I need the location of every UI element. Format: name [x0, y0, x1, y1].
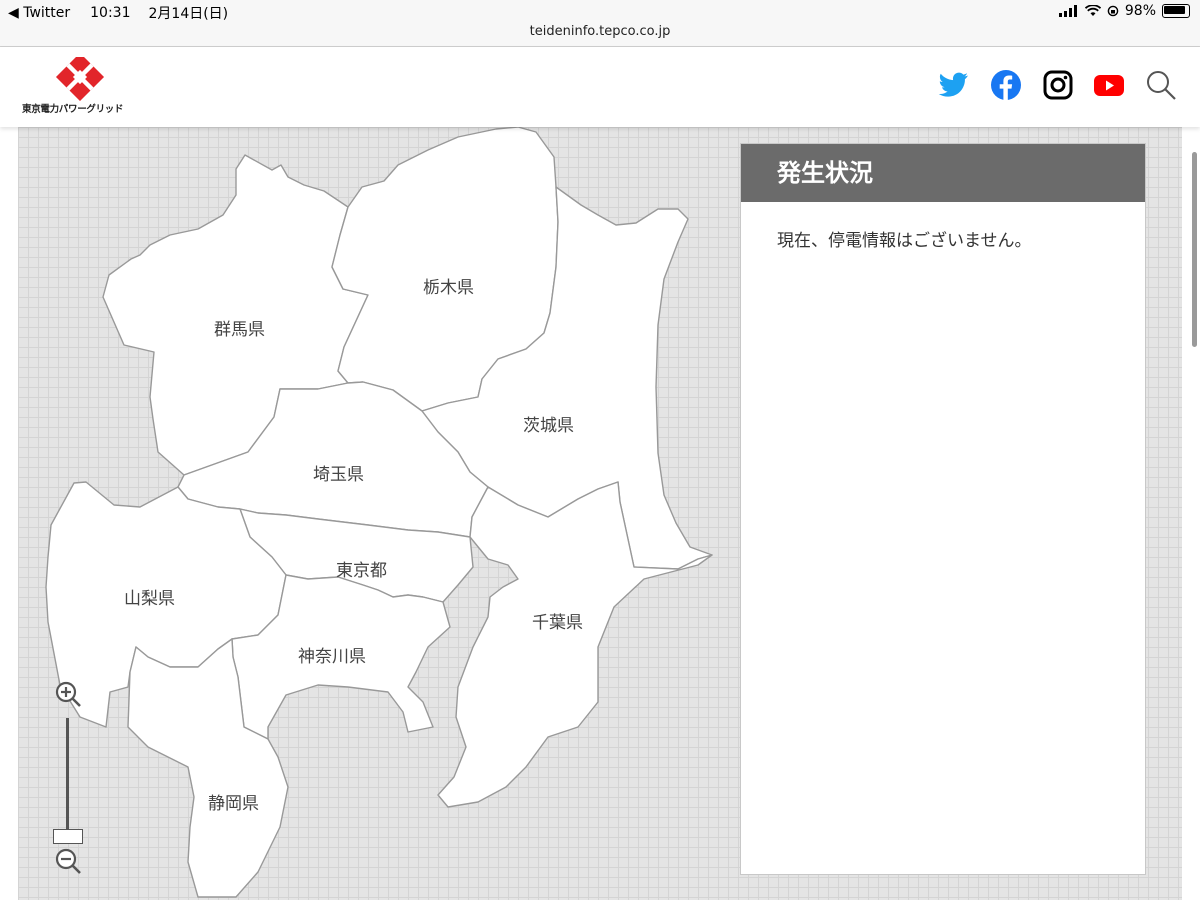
- search-icon[interactable]: [1145, 69, 1177, 101]
- zoom-in-icon[interactable]: [54, 680, 82, 708]
- zoom-slider-handle[interactable]: [53, 829, 83, 844]
- prefecture-label-tokyo[interactable]: 東京都: [336, 556, 387, 581]
- back-to-app-link[interactable]: ◀ Twitter: [8, 5, 70, 21]
- outage-status-panel: 発生状況 現在、停電情報はございません。: [740, 143, 1146, 875]
- signal-icon: [1058, 5, 1077, 17]
- orientation-lock-icon: [1107, 5, 1119, 17]
- address-bar[interactable]: teideninfo.tepco.co.jp: [0, 22, 1200, 47]
- prefecture-label-tochigi[interactable]: 栃木県: [423, 273, 474, 298]
- facebook-icon[interactable]: [990, 69, 1022, 101]
- prefecture-label-shizuoka[interactable]: 静岡県: [208, 789, 259, 814]
- status-date: 2月14日(日): [148, 6, 229, 22]
- status-time: 10:31: [90, 5, 131, 21]
- url-text: teideninfo.tepco.co.jp: [529, 24, 671, 39]
- zoom-out-icon[interactable]: [54, 847, 82, 875]
- prefecture-label-chiba[interactable]: 千葉県: [532, 608, 583, 633]
- logo-text: 東京電力パワーグリッド: [22, 104, 124, 115]
- instagram-icon[interactable]: [1042, 69, 1074, 101]
- wifi-icon: [1084, 5, 1101, 16]
- ios-status-bar: ◀ Twitter 10:31 2月14日(日) 98%: [0, 0, 1200, 22]
- logo-mark-icon: [55, 52, 105, 102]
- prefecture-label-gunma[interactable]: 群馬県: [214, 315, 265, 340]
- status-panel-title: 発生状況: [741, 144, 1145, 202]
- zoom-slider-track[interactable]: [66, 718, 69, 838]
- site-header: 東京電力パワーグリッド: [0, 47, 1200, 127]
- battery-percent: 98%: [1124, 3, 1156, 19]
- page-scrollbar[interactable]: [1192, 152, 1197, 347]
- prefecture-label-ibaraki[interactable]: 茨城県: [523, 411, 574, 436]
- battery-icon: [1162, 4, 1190, 18]
- tepco-logo[interactable]: 東京電力パワーグリッド: [22, 52, 138, 117]
- status-message: 現在、停電情報はございません。: [777, 231, 1032, 251]
- youtube-icon[interactable]: [1093, 69, 1125, 101]
- twitter-icon[interactable]: [938, 69, 970, 101]
- prefecture-label-yamanashi[interactable]: 山梨県: [124, 584, 175, 609]
- prefecture-label-saitama[interactable]: 埼玉県: [313, 460, 364, 485]
- prefecture-label-kanagawa[interactable]: 神奈川県: [298, 642, 366, 667]
